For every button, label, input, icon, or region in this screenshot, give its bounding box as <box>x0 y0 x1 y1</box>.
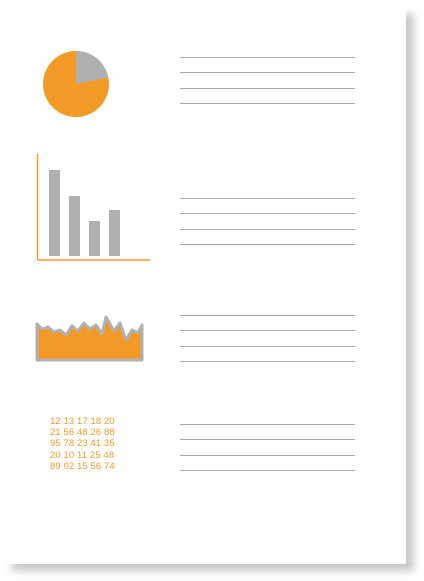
text-line <box>180 244 355 245</box>
text-line <box>180 88 355 89</box>
number-row: 21 56 48 26 88 <box>50 427 115 439</box>
area-chart-fill <box>35 315 144 362</box>
area-chart-icon <box>35 315 144 362</box>
text-line <box>180 57 355 58</box>
number-grid: 12 13 17 18 20 21 56 48 26 88 95 78 23 4… <box>50 416 170 472</box>
document-page: 12 13 17 18 20 21 56 48 26 88 95 78 23 4… <box>6 6 406 564</box>
text-line <box>180 103 355 104</box>
text-line <box>180 315 355 316</box>
text-line <box>180 346 355 347</box>
number-row: 89 02 15 56 74 <box>50 460 115 472</box>
text-line <box>180 72 355 73</box>
pie-chart-icon <box>43 51 109 117</box>
bar <box>109 210 120 256</box>
text-line <box>180 439 355 440</box>
text-line <box>180 424 355 425</box>
bar-chart-icon <box>36 154 150 261</box>
bar <box>49 170 60 256</box>
bar <box>89 221 100 256</box>
number-row: 95 78 23 41 35 <box>50 438 115 450</box>
text-line <box>180 229 355 230</box>
text-line <box>180 455 355 456</box>
text-line <box>180 198 355 199</box>
number-row: 12 13 17 18 20 <box>50 416 115 427</box>
bar <box>69 196 80 256</box>
text-line <box>180 213 355 214</box>
text-line <box>180 330 355 331</box>
text-line <box>180 470 355 471</box>
number-row: 20 10 11 25 48 <box>50 449 115 461</box>
text-line <box>180 361 355 362</box>
